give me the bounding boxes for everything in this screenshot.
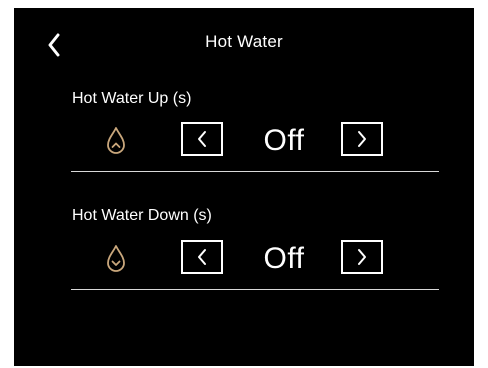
hot-water-up-label: Hot Water Up (s) <box>72 90 192 107</box>
hot-water-down-increase-button[interactable] <box>341 240 383 274</box>
hot-water-up-value: Off <box>263 124 305 157</box>
chevron-left-icon <box>198 131 206 147</box>
chevron-right-icon <box>358 249 366 265</box>
hot-water-down-label: Hot Water Down (s) <box>72 207 212 224</box>
divider <box>71 171 439 172</box>
hot-water-up-increase-button[interactable] <box>341 122 383 156</box>
chevron-right-icon <box>358 131 366 147</box>
page-title: Hot Water <box>205 32 283 51</box>
hot-water-down-value: Off <box>263 242 305 275</box>
water-drop-up-icon <box>107 127 125 154</box>
hot-water-down-decrease-button[interactable] <box>181 240 223 274</box>
divider <box>71 289 439 290</box>
chevron-left-icon <box>198 249 206 265</box>
screen: Hot Water Hot Water Up (s) Off Hot Water… <box>14 8 474 366</box>
hot-water-up-decrease-button[interactable] <box>181 122 223 156</box>
water-drop-down-icon <box>107 245 125 272</box>
